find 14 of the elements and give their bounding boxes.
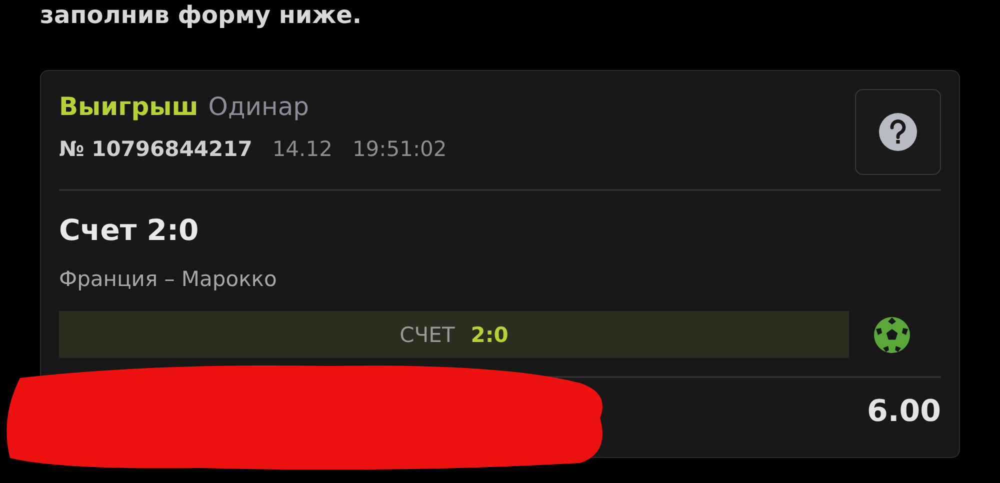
intro-text: заполнив форму ниже.	[40, 0, 362, 30]
odds-value: 6.00	[866, 394, 941, 429]
result-value: 2:0	[470, 322, 508, 346]
result-label: СЧЕТ	[400, 322, 455, 346]
bet-number: № 10796844217	[59, 137, 252, 161]
help-button[interactable]	[855, 89, 941, 175]
bet-date: 14.12	[272, 137, 332, 161]
event-name: Франция – Марокко	[59, 267, 278, 291]
soccer-ball-icon	[873, 316, 911, 354]
bet-status: Выигрыш	[59, 91, 198, 123]
bet-type: Одинар	[208, 91, 310, 123]
bet-time: 19:51:02	[352, 137, 447, 161]
market-title: Счет 2:0	[59, 213, 200, 247]
help-icon	[879, 113, 917, 151]
